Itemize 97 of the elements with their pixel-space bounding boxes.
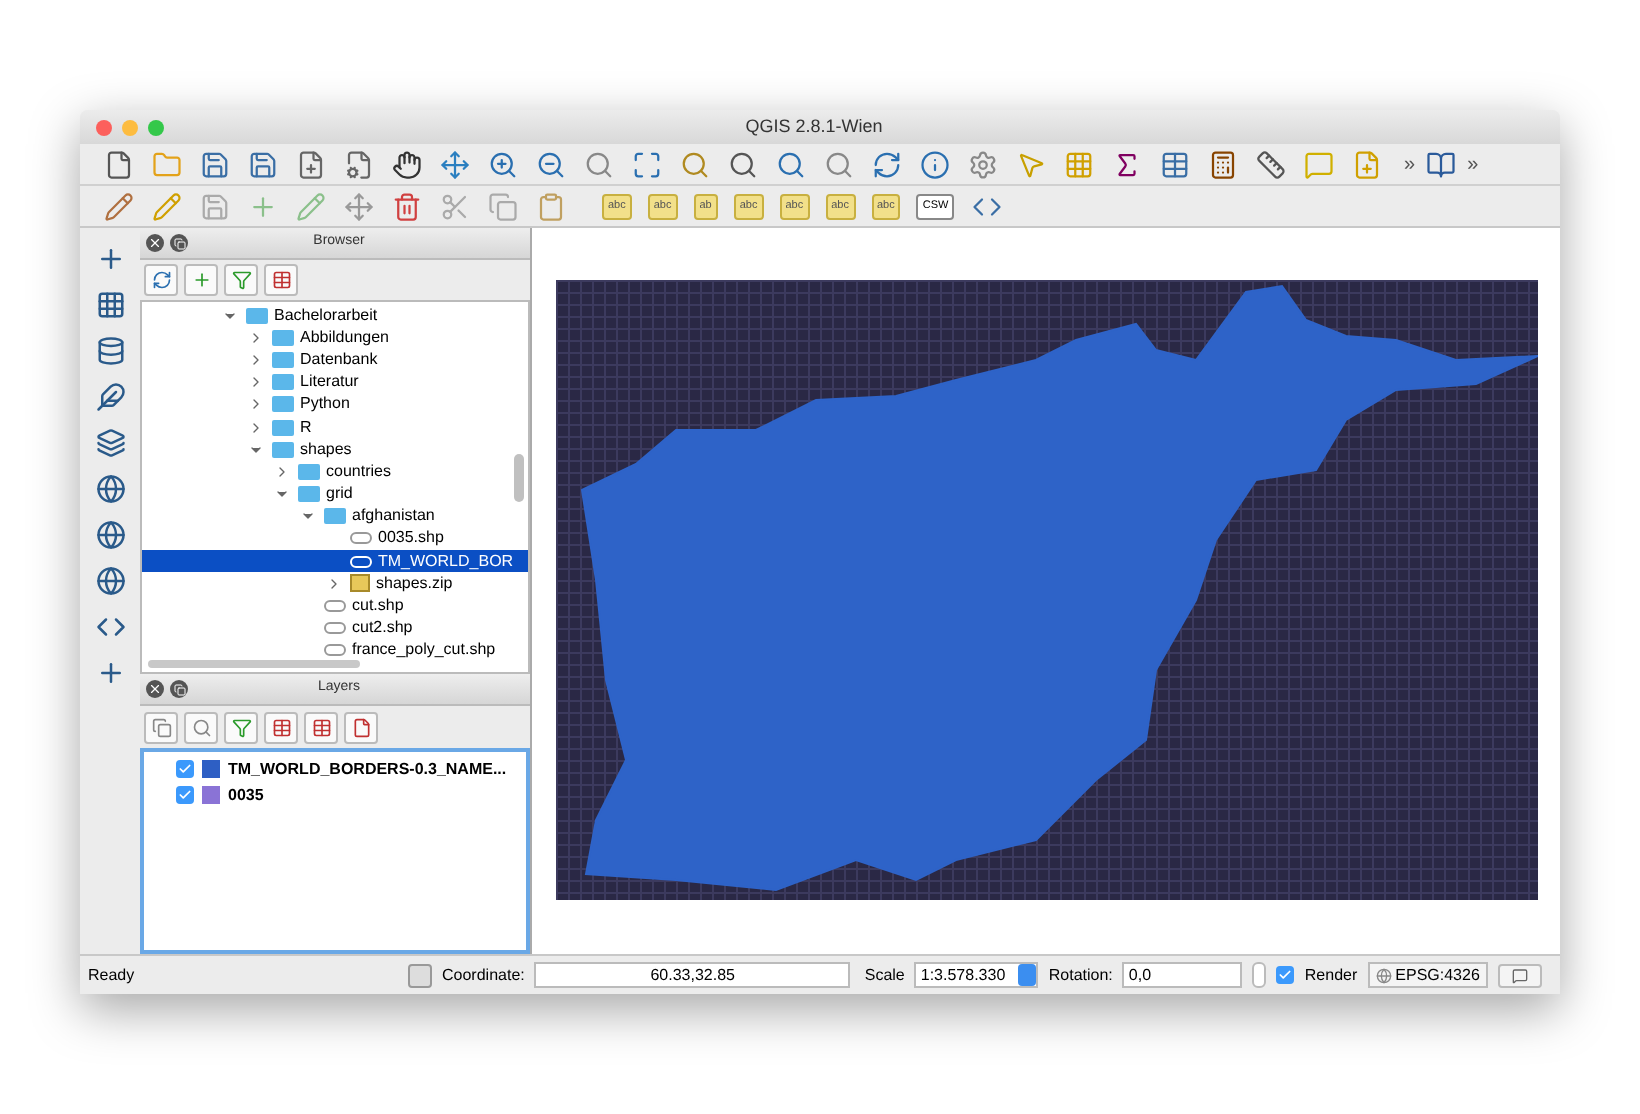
tree-label: Abbildungen <box>300 325 389 350</box>
layer-checkbox[interactable] <box>176 786 194 804</box>
layer-checkbox[interactable] <box>176 760 194 778</box>
tree-label: france_poly_cut.shp <box>352 638 496 663</box>
tree-item[interactable]: R <box>142 415 528 439</box>
scale-field[interactable]: 1:3.578.330 <box>914 962 1039 988</box>
render-label: Render <box>1304 963 1358 987</box>
crs-button[interactable]: EPSG:4326 <box>1367 962 1488 988</box>
tree-label: Datenbank <box>300 347 378 372</box>
layer-name[interactable]: TM_WORLD_BORDERS-0.3_NAME... <box>228 757 507 781</box>
folder-icon <box>246 307 268 324</box>
file-icon <box>324 600 346 613</box>
close-window-icon[interactable] <box>96 119 112 135</box>
window-title: QGIS 2.8.1-Wien <box>743 113 885 140</box>
close-icon[interactable] <box>146 234 164 252</box>
refresh-button[interactable] <box>144 264 178 296</box>
filter-icon <box>231 270 251 290</box>
folder-icon <box>272 351 294 368</box>
file-icon <box>350 555 372 568</box>
folder-icon <box>272 419 294 436</box>
remove-button[interactable] <box>344 711 378 743</box>
vertical-scrollbar[interactable] <box>514 454 524 502</box>
table-icon <box>311 717 331 737</box>
file-icon <box>324 622 346 635</box>
float-icon[interactable] <box>170 680 188 698</box>
tree-label: TM_WORLD_BOR <box>378 549 514 574</box>
tree-label: countries <box>326 459 391 484</box>
plus-icon <box>191 270 211 290</box>
tree-item[interactable]: cut2.shp <box>142 617 528 640</box>
tree-label: 0035.shp <box>378 526 444 551</box>
tree-item[interactable]: Abbildungen <box>142 326 528 349</box>
visibility-button[interactable] <box>184 711 218 743</box>
messages-icon[interactable] <box>1497 963 1542 987</box>
tree-item[interactable]: afghanistan <box>142 505 528 528</box>
folder-icon <box>298 486 320 503</box>
tree-label: grid <box>326 482 353 507</box>
tree-item[interactable]: shapes <box>142 438 528 461</box>
tree-item[interactable]: grid <box>142 483 528 506</box>
table-icon <box>271 270 291 290</box>
expand-button[interactable] <box>264 711 298 743</box>
layer-name[interactable]: 0035 <box>228 783 264 807</box>
globe-icon[interactable] <box>92 516 128 552</box>
tree-item[interactable]: Datenbank <box>142 348 528 372</box>
copy-icon <box>151 717 171 737</box>
tree-item[interactable]: countries <box>142 460 528 483</box>
layers-button[interactable] <box>144 711 178 743</box>
filter-button[interactable] <box>224 711 258 743</box>
tree-item[interactable]: TM_WORLD_BOR <box>142 550 528 573</box>
close-icon[interactable] <box>146 680 164 698</box>
file-icon <box>351 717 371 737</box>
collapse-button[interactable] <box>304 711 338 743</box>
tree-item[interactable]: cut.shp <box>142 594 528 618</box>
table-icon <box>271 717 291 737</box>
status-message: Ready <box>88 963 137 987</box>
coordinate-toggle-icon[interactable] <box>408 963 432 987</box>
rotation-label: Rotation: <box>1048 963 1113 987</box>
tree-item[interactable]: shapes.zip <box>142 572 528 595</box>
magnifier-icon <box>191 717 211 737</box>
tree-label: R <box>300 415 312 440</box>
tree-label: cut2.shp <box>352 616 413 641</box>
float-icon[interactable] <box>170 234 188 252</box>
overflow-button[interactable]: » <box>1467 149 1479 179</box>
tree-item[interactable]: 0035.shp <box>142 527 528 551</box>
dropdown-icon[interactable] <box>1018 964 1037 986</box>
folder-icon <box>272 329 294 346</box>
coordinate-label: Coordinate: <box>442 963 525 987</box>
folder-icon <box>272 396 294 413</box>
tree-label: cut.shp <box>352 594 404 619</box>
add-button[interactable] <box>184 264 218 296</box>
tree-item[interactable]: france_poly_cut.shp <box>142 639 528 662</box>
horizontal-scrollbar[interactable] <box>148 660 360 668</box>
tree-label: Python <box>300 392 350 417</box>
folder-icon <box>272 441 294 458</box>
tree-label: Bachelorarbeit <box>274 303 378 328</box>
filter-icon <box>231 717 251 737</box>
folder-icon <box>272 374 294 391</box>
archive-icon <box>350 574 370 593</box>
folder-icon <box>298 463 320 480</box>
rotation-field[interactable]: 0,0 <box>1122 962 1243 988</box>
tree-item[interactable]: Bachelorarbeit <box>142 304 528 327</box>
filter-button[interactable] <box>224 264 258 296</box>
tree-label: shapes <box>300 437 352 462</box>
globe-icon <box>1375 967 1392 983</box>
tree-item[interactable]: Python <box>142 393 528 416</box>
tree-label: afghanistan <box>352 504 435 529</box>
tree-label: Literatur <box>300 370 359 395</box>
file-icon <box>324 644 346 657</box>
refresh-icon <box>151 270 171 290</box>
tree-label: shapes.zip <box>376 571 453 596</box>
scale-label: Scale <box>864 963 905 987</box>
folder-icon <box>324 508 346 525</box>
file-icon <box>350 532 372 545</box>
tree-item[interactable]: Literatur <box>142 371 528 394</box>
render-checkbox[interactable] <box>1276 966 1295 984</box>
collapse-button[interactable] <box>264 264 298 296</box>
overflow-button[interactable]: » <box>1404 149 1416 179</box>
coordinate-field[interactable]: 60.33,32.85 <box>534 962 851 988</box>
